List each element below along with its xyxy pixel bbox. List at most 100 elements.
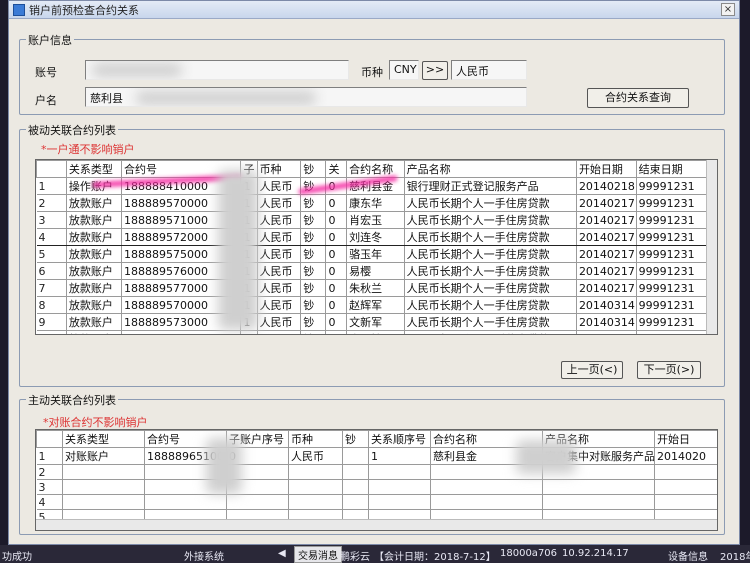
passive-table-cell: 银行理财正式登记服务产品 [403, 177, 577, 195]
active-table-cell [144, 494, 227, 510]
currency-select-button[interactable]: >> [422, 61, 448, 80]
active-table-row[interactable]: 2 [36, 464, 717, 480]
passive-table-row[interactable]: 9放款账户1888895730001人民币钞0文新军人民币长期个人一手住房贷款2… [36, 313, 709, 331]
passive-table-cell: 20140314 [575, 330, 637, 334]
passive-table-cell: 钞 [300, 313, 327, 331]
passive-table[interactable]: 关系类型合约号子币种钞关合约名称产品名称开始日期结束日期 1操作账户188888… [35, 159, 718, 335]
active-table-cell [226, 494, 289, 510]
passive-table-cell: 人民币长期个人一手住房贷款 [403, 245, 577, 263]
passive-vscroll[interactable] [706, 160, 717, 334]
passive-table-cell: 人民币长期个人一手住房贷款 [403, 262, 577, 280]
active-header-row: 关系类型合约号子账户序号币种钞关系顺序号合约名称产品名称开始日 [36, 430, 717, 448]
external-system-button[interactable]: 外接系统 [184, 548, 224, 563]
passive-table-row[interactable]: 5放款账户1888895750001人民币钞0骆玉年人民币长期个人一手住房贷款2… [36, 245, 709, 263]
account-no-field[interactable] [85, 60, 349, 80]
passive-header-cell: 关系类型 [65, 160, 123, 178]
close-icon[interactable]: × [721, 3, 735, 16]
next-page-button[interactable]: 下一页(>) [637, 361, 701, 379]
passive-table-row[interactable]: 10放款账户18888957400016人民币钞0许云姣人民币长期个人一手住房贷… [36, 330, 709, 334]
account-no-label: 账号 [35, 66, 57, 79]
passive-row-number: 1 [36, 177, 67, 195]
active-table-cell [654, 494, 717, 510]
passive-header-cell: 开始日期 [575, 160, 637, 178]
passive-table-cell: 放款账户 [65, 262, 123, 280]
passive-table-row[interactable]: 3放款账户1888895710001人民币钞0肖宏玉人民币长期个人一手住房贷款2… [36, 211, 709, 229]
passive-table-cell: 20140217 [575, 228, 637, 246]
prev-page-button[interactable]: 上一页(<) [561, 361, 623, 379]
passive-table-row[interactable]: 8放款账户1888895700001人民币钞0赵辉军人民币长期个人一手住房贷款2… [36, 296, 709, 314]
passive-table-row[interactable]: 7放款账户1888895770001人民币钞0朱秋兰人民币长期个人一手住房贷款2… [36, 279, 709, 297]
passive-table-cell: 朱秋兰 [346, 279, 405, 297]
passive-table-cell: 赵辉军 [346, 296, 405, 314]
passive-table-cell: 20140314 [575, 296, 637, 314]
active-group-label: 主动关联合约列表 [26, 392, 118, 408]
active-table-cell [62, 494, 145, 510]
passive-note: *一户通不影响销户 [41, 143, 135, 156]
trade-message-button[interactable]: 交易消息 [294, 546, 342, 563]
passive-table-cell: 骆玉年 [346, 245, 405, 263]
passive-header-row: 关系类型合约号子币种钞关合约名称产品名称开始日期结束日期 [36, 160, 709, 178]
active-header-cell: 币种 [288, 430, 343, 448]
passive-header-cell: 钞 [300, 160, 327, 178]
passive-group-label: 被动关联合约列表 [26, 122, 118, 138]
passive-table-cell: 钞 [300, 228, 327, 246]
passive-table-cell: 20140217 [575, 262, 637, 280]
passive-row-number: 2 [36, 194, 67, 212]
active-table-cell [368, 464, 431, 480]
active-table-cell [342, 494, 369, 510]
ip-address: 10.92.214.17 [562, 548, 629, 559]
account-name-label: 户名 [35, 94, 57, 107]
active-table-cell [654, 464, 717, 480]
passive-table-cell: 人民币 [256, 262, 302, 280]
account-name-value: 慈利县 [90, 92, 123, 105]
passive-table-cell: 20140314 [575, 313, 637, 331]
passive-table-cell: 99991231 [635, 313, 709, 331]
status-left: 功成功 [2, 552, 32, 563]
passive-table-cell: 钞 [300, 211, 327, 229]
passive-table-cell: 人民币长期个人一手住房贷款 [403, 228, 577, 246]
active-hscroll[interactable] [36, 519, 717, 530]
passive-table-cell: 人民币 [256, 245, 302, 263]
active-table-row[interactable]: 3 [36, 479, 717, 495]
currency-code-field[interactable]: CNY [389, 60, 419, 80]
passive-table-cell: 人民币长期个人一手住房贷款 [403, 211, 577, 229]
passive-table-cell: 0 [325, 245, 348, 263]
passive-row-number: 10 [36, 330, 67, 334]
active-table-cell [368, 479, 431, 495]
passive-table-cell: 0 [325, 211, 348, 229]
active-table[interactable]: 关系类型合约号子账户序号币种钞关系顺序号合约名称产品名称开始日 1对账账户188… [35, 429, 718, 531]
query-contract-button[interactable]: 合约关系查询 [587, 88, 689, 108]
passive-table-row[interactable]: 4放款账户1888895720001人民币钞0刘连冬人民币长期个人一手住房贷款2… [36, 228, 709, 246]
passive-table-cell: 钞 [300, 194, 327, 212]
active-table-cell [288, 494, 343, 510]
passive-table-cell: 0 [325, 313, 348, 331]
active-table-row[interactable]: 4 [36, 494, 717, 510]
active-table-cell [368, 494, 431, 510]
terminal-id: 18000a706 [500, 548, 558, 559]
passive-header-cell [36, 160, 67, 178]
active-table-cell [542, 479, 655, 495]
passive-row-number: 5 [36, 245, 67, 263]
passive-table-cell: 20140217 [575, 245, 637, 263]
passive-table-cell: 人民币 [256, 194, 302, 212]
passive-table-cell: 99991231 [635, 177, 709, 195]
passive-table-cell: 钞 [300, 245, 327, 263]
title-bar: 销户前预检查合约关系 × [9, 1, 739, 19]
passive-table-row[interactable]: 2放款账户1888895700001人民币钞0康东华人民币长期个人一手住房贷款2… [36, 194, 709, 212]
active-table-cell [430, 494, 543, 510]
passive-table-row[interactable]: 6放款账户1888895760001人民币钞0易樱人民币长期个人一手住房贷款20… [36, 262, 709, 280]
active-table-row[interactable]: 1对账账户1888896510000人民币1慈利县金客户集中对账服务产品2014… [36, 447, 717, 465]
passive-table-cell: 刘连冬 [346, 228, 405, 246]
passive-header-cell: 关 [325, 160, 348, 178]
passive-table-cell: 钞 [300, 296, 327, 314]
account-name-field[interactable]: 慈利县 [85, 87, 527, 107]
passive-table-cell: 99991231 [635, 330, 709, 334]
passive-table-cell: 16 [240, 330, 258, 334]
active-header-cell: 钞 [342, 430, 369, 448]
currency-name-field: 人民币 [451, 60, 527, 80]
passive-table-cell: 文新军 [346, 313, 405, 331]
passive-table-cell: 99991231 [635, 194, 709, 212]
active-header-cell: 关系类型 [62, 430, 145, 448]
passive-table-cell: 人民币 [256, 211, 302, 229]
device-info-button[interactable]: 设备信息 [668, 548, 708, 563]
